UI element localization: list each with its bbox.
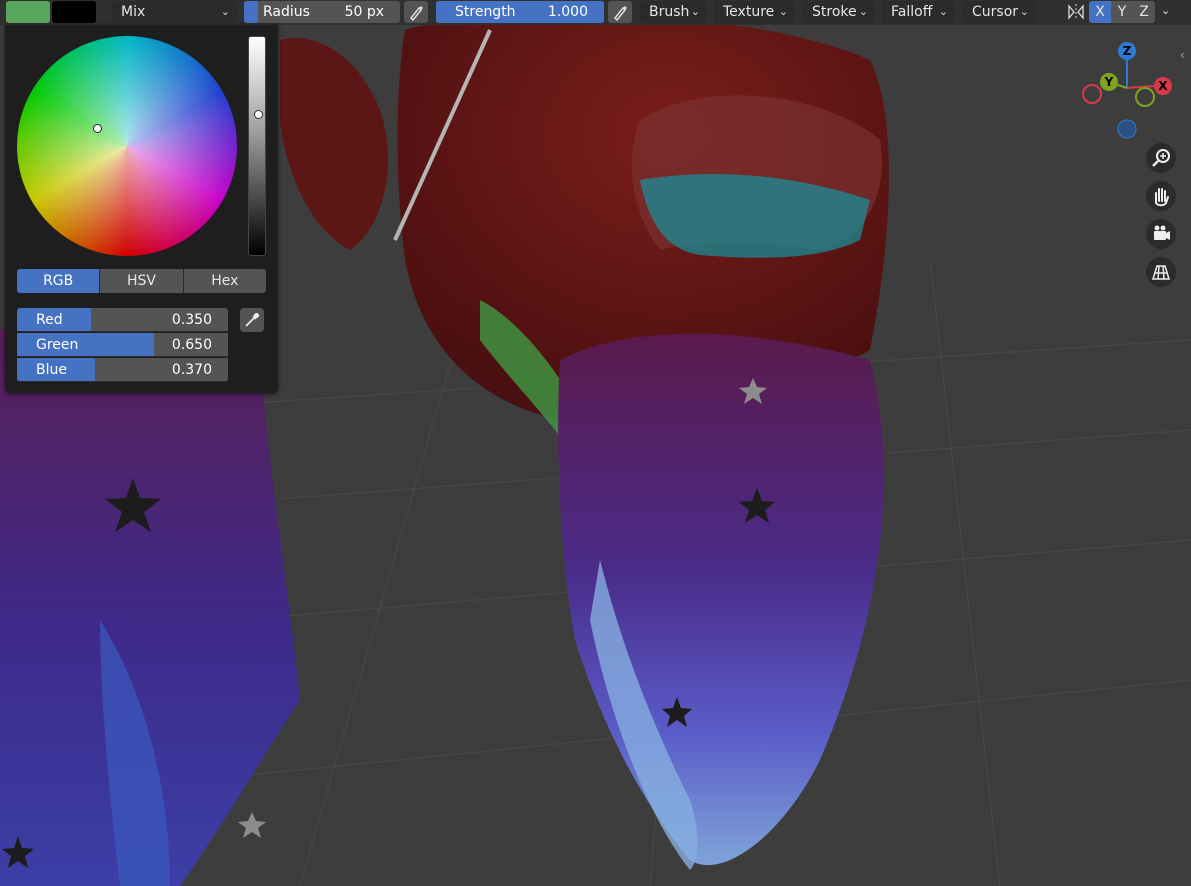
radius-label: Radius bbox=[263, 4, 310, 20]
strength-label: Strength bbox=[455, 4, 516, 20]
radius-fill bbox=[244, 1, 258, 23]
camera-icon bbox=[1154, 225, 1170, 240]
gizmo-x-axis[interactable]: X bbox=[1154, 77, 1172, 95]
axis-label: Z bbox=[1139, 4, 1149, 20]
red-slider[interactable]: Red 0.350 bbox=[17, 308, 228, 332]
menu-label: Brush bbox=[649, 4, 690, 20]
gizmo-z-axis[interactable]: Z bbox=[1118, 42, 1136, 60]
eyedropper-icon bbox=[245, 313, 259, 327]
tab-rgb[interactable]: RGB bbox=[17, 269, 101, 293]
primary-color-swatch[interactable] bbox=[6, 1, 50, 23]
color-wheel[interactable] bbox=[17, 36, 237, 256]
chevron-down-icon[interactable]: ⌄ bbox=[1161, 0, 1170, 22]
color-picker-panel: RGB HSV Hex Red 0.350 Green 0.650 Blue 0… bbox=[5, 25, 278, 393]
green-slider[interactable]: Green 0.650 bbox=[17, 333, 228, 357]
projection-toggle-button[interactable] bbox=[1146, 257, 1176, 287]
color-wheel-cursor[interactable] bbox=[93, 124, 102, 133]
tool-header: Mix ⌄ Radius 50 px Strength 1.000 Brush ⌄… bbox=[0, 0, 1191, 25]
mirror-z-button[interactable]: Z bbox=[1133, 1, 1155, 23]
blue-value: 0.370 bbox=[171, 362, 212, 378]
axis-label: X bbox=[1095, 4, 1105, 20]
radius-pressure-button[interactable] bbox=[404, 1, 428, 23]
radius-value: 50 px bbox=[344, 4, 384, 20]
blue-label: Blue bbox=[36, 362, 67, 378]
blend-mode-dropdown[interactable]: Mix ⌄ bbox=[112, 1, 237, 23]
menu-label: Falloff bbox=[891, 4, 933, 20]
zoom-button[interactable] bbox=[1146, 143, 1176, 173]
menu-stroke[interactable]: Stroke ⌄ bbox=[803, 1, 875, 23]
eyedropper-button[interactable] bbox=[240, 308, 264, 332]
secondary-color-swatch[interactable] bbox=[52, 1, 96, 23]
mirror-icon bbox=[1068, 4, 1084, 20]
menu-cursor[interactable]: Cursor ⌄ bbox=[963, 1, 1036, 23]
mirror-y-button[interactable]: Y bbox=[1111, 1, 1133, 23]
axis-label: Y bbox=[1117, 4, 1127, 20]
radius-field[interactable]: Radius 50 px bbox=[244, 1, 400, 23]
value-slider[interactable] bbox=[248, 36, 266, 256]
color-mode-tabs: RGB HSV Hex bbox=[17, 269, 266, 293]
value-slider-cursor[interactable] bbox=[254, 110, 263, 119]
grid-icon bbox=[1151, 265, 1171, 280]
blue-slider[interactable]: Blue 0.370 bbox=[17, 358, 228, 382]
chevron-down-icon: ⌄ bbox=[690, 5, 700, 18]
chevron-down-icon: ⌄ bbox=[938, 5, 948, 18]
strength-value: 1.000 bbox=[547, 4, 588, 20]
pen-pressure-icon bbox=[409, 6, 423, 22]
chevron-left-icon[interactable]: ‹ bbox=[1180, 48, 1185, 62]
chevron-down-icon: ⌄ bbox=[858, 5, 868, 18]
pan-button[interactable] bbox=[1146, 181, 1176, 211]
pen-pressure-icon bbox=[613, 6, 627, 22]
menu-texture[interactable]: Texture ⌄ bbox=[714, 1, 795, 23]
menu-brush[interactable]: Brush ⌄ bbox=[640, 1, 707, 23]
red-label: Red bbox=[36, 312, 63, 328]
red-value: 0.350 bbox=[171, 312, 212, 328]
menu-label: Texture bbox=[723, 4, 775, 20]
camera-view-button[interactable] bbox=[1146, 219, 1176, 249]
chevron-down-icon: ⌄ bbox=[1019, 5, 1029, 18]
green-value: 0.650 bbox=[171, 337, 212, 353]
strength-slider[interactable]: Strength 1.000 bbox=[436, 1, 604, 23]
tab-hsv[interactable]: HSV bbox=[100, 269, 184, 293]
tab-hex[interactable]: Hex bbox=[183, 269, 266, 293]
zoom-icon bbox=[1152, 149, 1170, 167]
chevron-down-icon: ⌄ bbox=[220, 5, 230, 18]
strength-pressure-button[interactable] bbox=[608, 1, 632, 23]
green-label: Green bbox=[36, 337, 79, 353]
chevron-down-icon: ⌄ bbox=[778, 5, 788, 18]
gizmo-y-axis[interactable]: Y bbox=[1100, 73, 1118, 91]
menu-falloff[interactable]: Falloff ⌄ bbox=[882, 1, 955, 23]
blend-mode-value: Mix bbox=[121, 4, 146, 20]
hand-pan-icon bbox=[1155, 188, 1169, 207]
menu-label: Stroke bbox=[812, 4, 857, 20]
mirror-x-button[interactable]: X bbox=[1089, 1, 1111, 23]
menu-label: Cursor bbox=[972, 4, 1019, 20]
